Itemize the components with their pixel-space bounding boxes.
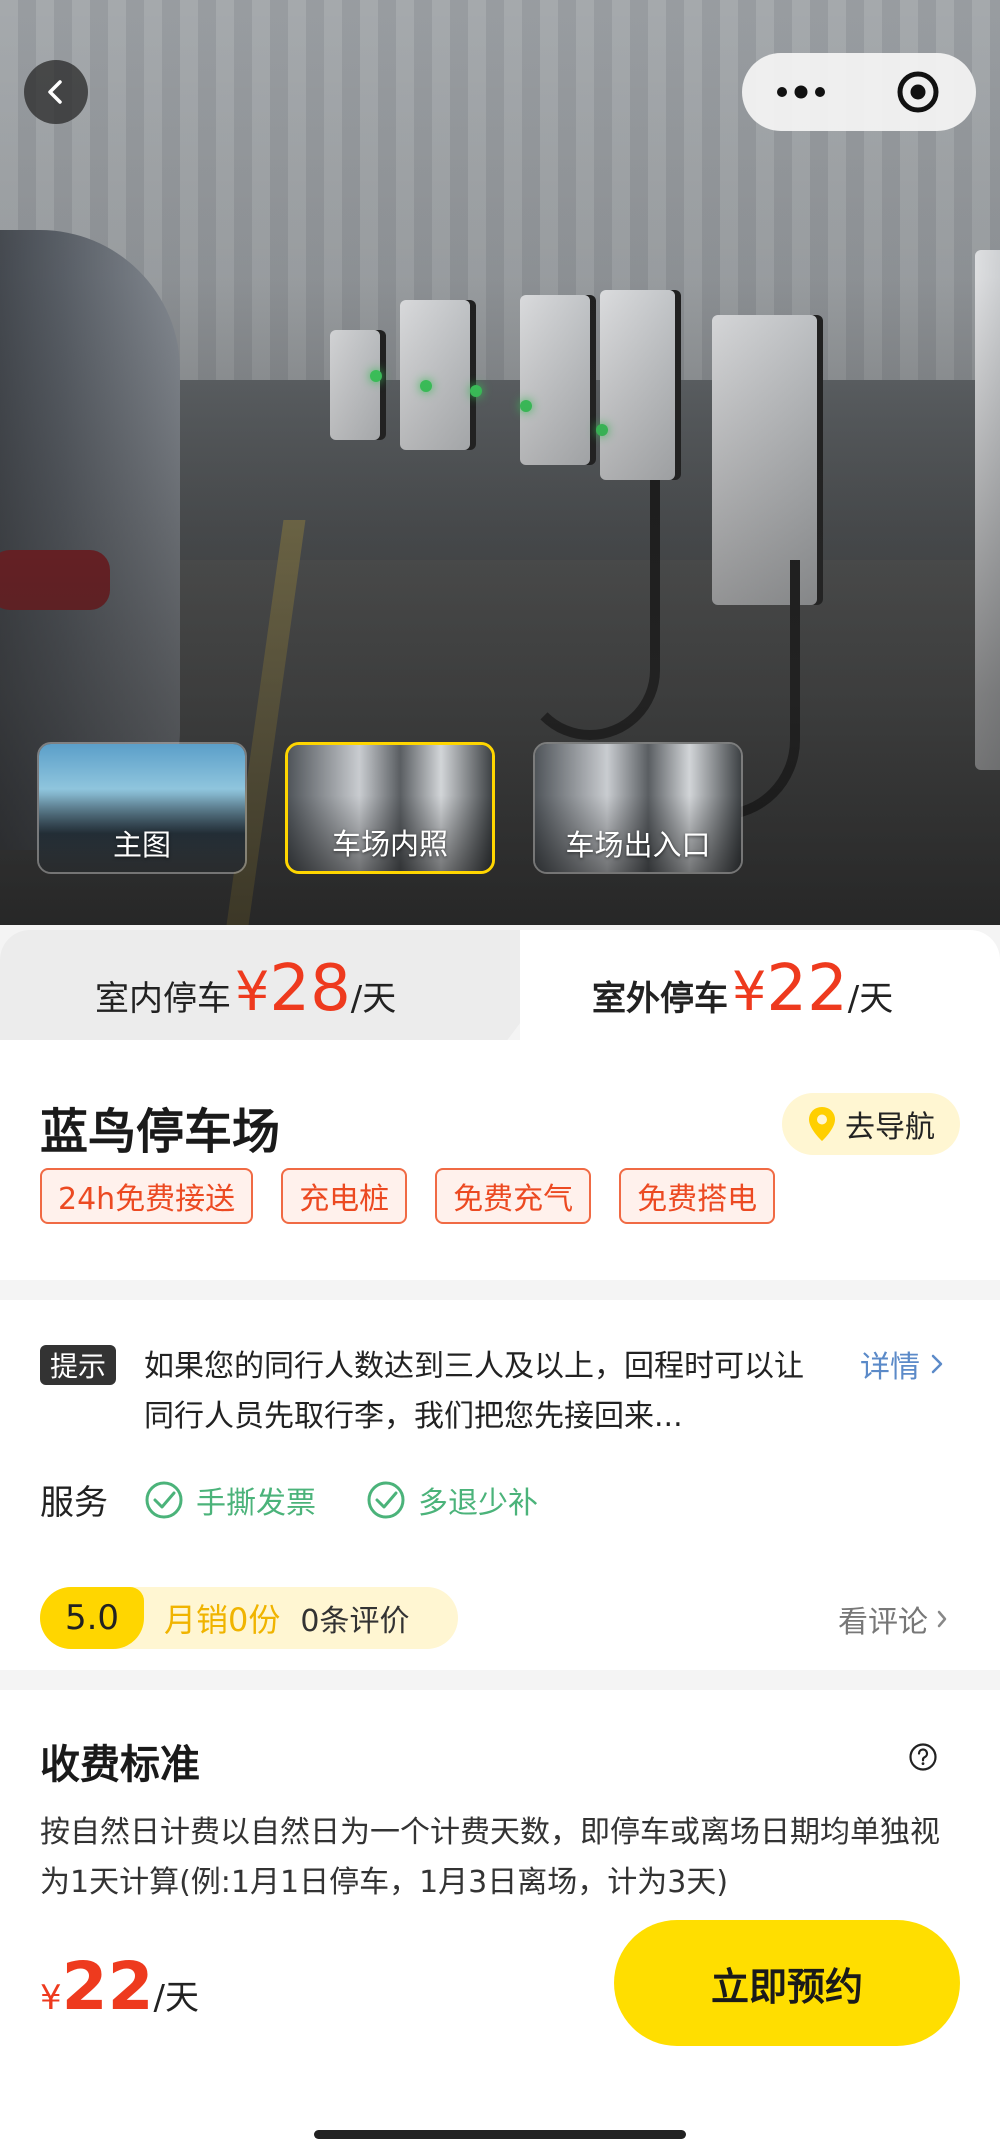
- price-tabs: 室内停车 ¥ 28 /天 室外停车 ¥ 22 /天: [0, 930, 1000, 1040]
- service-item-label: 多退少补: [418, 1485, 538, 1521]
- tip-detail-link[interactable]: 详情: [860, 1342, 944, 1386]
- tab-outdoor-label: 室外停车: [592, 979, 728, 1019]
- tip-text: 如果您的同行人数达到三人及以上，回程时可以让同行人员先取行李，我们把您先接回来.…: [144, 1349, 804, 1434]
- bottom-price: ¥ 22 /天: [40, 1948, 199, 2025]
- review-count: 0条评价: [300, 1604, 410, 1639]
- navigate-button[interactable]: 去导航: [782, 1093, 960, 1155]
- services-label: 服务: [40, 1483, 108, 1523]
- tab-indoor-currency: ¥: [235, 960, 270, 1023]
- thumbnail-label: 车场内照: [331, 827, 448, 861]
- fee-title: 收费标准: [40, 1742, 200, 1788]
- feature-tag: 免费充气: [435, 1168, 592, 1224]
- tip-badge: 提示: [40, 1345, 117, 1385]
- thumbnail-label: 主图: [112, 828, 171, 862]
- chevron-right-icon: [937, 1610, 947, 1628]
- tips-card: 提示 如果您的同行人数达到三人及以上，回程时可以让同行人员先取行李，我们把您先接…: [0, 1300, 1000, 1670]
- bottom-price-unit: /天: [153, 1978, 199, 2018]
- bottom-currency: ¥: [40, 1978, 62, 2018]
- thumbnail-label: 车场出入口: [565, 828, 711, 862]
- tab-outdoor-text[interactable]: 室外停车 ¥ 22 /天: [592, 930, 893, 1040]
- feature-tags: 24h免费接送 充电桩 免费充气 免费搭电: [40, 1168, 776, 1224]
- tab-indoor-unit: /天: [350, 979, 397, 1019]
- check-circle-icon: [367, 1481, 405, 1518]
- lot-name: 蓝鸟停车场: [40, 1104, 281, 1160]
- monthly-sales: 月销0份: [164, 1601, 281, 1639]
- question-circle-icon: [909, 1743, 937, 1771]
- service-item-label: 手撕发票: [196, 1485, 316, 1521]
- more-button[interactable]: [742, 53, 859, 131]
- chevron-left-icon: [48, 80, 62, 104]
- tab-outdoor-currency: ¥: [732, 960, 767, 1023]
- tab-indoor-price: 28: [269, 952, 351, 1026]
- tip-detail-label: 详情: [860, 1350, 920, 1385]
- service-item: 手撕发票: [144, 1478, 316, 1522]
- feature-tag: 24h免费接送: [40, 1168, 254, 1224]
- lot-info-card: 蓝鸟停车场 去导航 24h免费接送 充电桩 免费充气 免费搭电: [0, 1040, 1000, 1280]
- check-circle-icon: [145, 1481, 183, 1518]
- back-button[interactable]: [24, 60, 88, 124]
- target-close-icon: [897, 71, 938, 113]
- hero-image[interactable]: 主图 车场内照 车场出入口: [0, 0, 1000, 925]
- more-dots-icon: [776, 85, 825, 99]
- thumbnail-entrance[interactable]: 车场出入口: [533, 742, 743, 874]
- bottom-bar: ¥ 22 /天 立即预约: [0, 1900, 1000, 2155]
- chevron-right-icon: [931, 1354, 943, 1374]
- tab-indoor-label: 室内停车: [95, 979, 231, 1019]
- tab-outdoor-unit: /天: [847, 979, 894, 1019]
- help-button[interactable]: [908, 1742, 938, 1776]
- services-row: 服务 手撕发票 多退少补: [40, 1475, 588, 1524]
- home-indicator: [314, 2130, 686, 2139]
- miniprogram-capsule: [742, 53, 976, 131]
- location-pin-icon: [809, 1107, 835, 1141]
- parking-detail-page: 主图 车场内照 车场出入口 室内停车 ¥ 28 /天 室外停车 ¥ 22 /天: [0, 0, 1000, 2155]
- feature-tag: 充电桩: [281, 1168, 408, 1224]
- rating-score: 5.0: [40, 1587, 144, 1649]
- book-now-button[interactable]: 立即预约: [614, 1920, 960, 2046]
- feature-tag: 免费搭电: [619, 1168, 776, 1224]
- navigate-label: 去导航: [845, 1110, 935, 1145]
- thumbnail-strip: 主图 车场内照 车场出入口: [37, 742, 743, 874]
- thumbnail-interior[interactable]: 车场内照: [285, 742, 495, 874]
- see-reviews-label: 看评论: [838, 1605, 928, 1640]
- bottom-price-value: 22: [61, 1948, 154, 2025]
- fee-text: 按自然日计费以自然日为一个计费天数，即停车或离场日期均单独视为1天计算(例:1月…: [40, 1815, 940, 1900]
- thumbnail-main[interactable]: 主图: [37, 742, 247, 874]
- service-item: 多退少补: [366, 1478, 538, 1522]
- see-reviews-link[interactable]: 看评论: [838, 1597, 948, 1641]
- rating-pill: 5.0 月销0份 0条评价: [40, 1587, 458, 1649]
- tab-outdoor-price: 22: [766, 952, 848, 1026]
- close-miniprogram-button[interactable]: [859, 53, 976, 131]
- fee-card: 收费标准 按自然日计费以自然日为一个计费天数，即停车或离场日期均单独视为1天计算…: [0, 1690, 1000, 1900]
- tab-indoor-text[interactable]: 室内停车 ¥ 28 /天: [95, 930, 396, 1040]
